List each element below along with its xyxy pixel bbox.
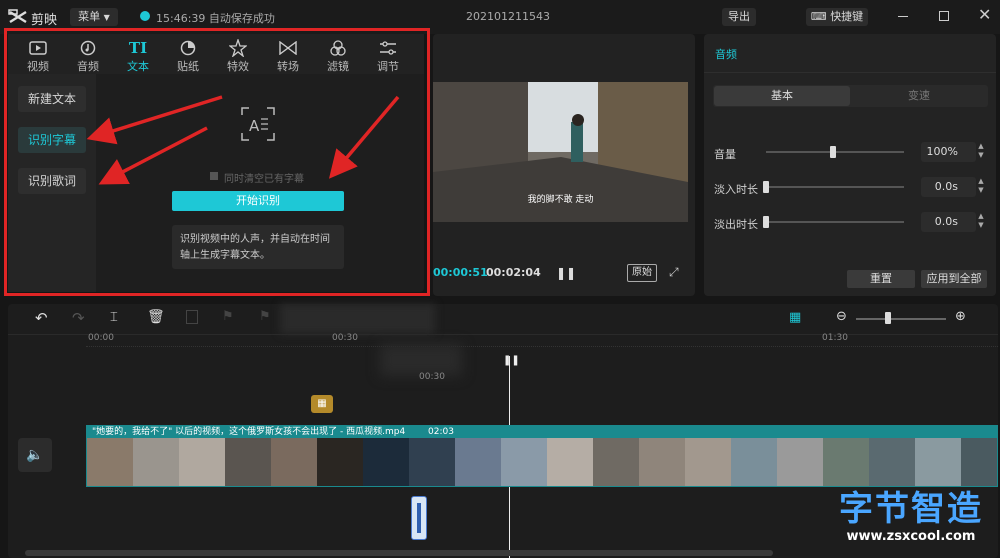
- volume-handle[interactable]: [830, 146, 836, 158]
- zoom-handle[interactable]: [884, 312, 891, 324]
- pause-icon[interactable]: ❚❚: [556, 266, 576, 280]
- ruler-tick-label: 01:30: [822, 333, 848, 343]
- fade-out-slider[interactable]: [766, 221, 904, 223]
- marker-icon[interactable]: ⚑: [259, 309, 271, 324]
- split-icon[interactable]: ⌶: [110, 310, 118, 325]
- watermark-text: 字节智造: [839, 489, 983, 529]
- fade-in-slider[interactable]: [766, 186, 904, 188]
- freeze-icon[interactable]: [186, 310, 198, 324]
- fade-out-value[interactable]: 0.0s: [921, 212, 976, 232]
- video-clip[interactable]: "她要的，我给不了" 以后的视频，这个俄罗斯女孩不会出现了 - 西瓜视频.mp4…: [86, 425, 998, 487]
- export-button[interactable]: 导出: [722, 8, 756, 26]
- playhead-time: 00:30: [419, 372, 445, 382]
- tab-speed[interactable]: 变速: [851, 86, 987, 106]
- watermark-url: www.zsxcool.com: [846, 529, 976, 544]
- fade-in-label: 淡入时长: [714, 183, 758, 196]
- fade-in-handle[interactable]: [763, 181, 769, 193]
- snap-icon[interactable]: ▦: [789, 310, 801, 325]
- redo-icon[interactable]: ↷: [72, 309, 85, 327]
- delete-icon[interactable]: 🗑: [147, 309, 165, 325]
- cover-icon[interactable]: ▦: [311, 395, 333, 413]
- undo-icon[interactable]: ↶: [35, 309, 48, 327]
- audio-segment[interactable]: [411, 496, 427, 540]
- ratio-button[interactable]: 原始: [627, 264, 657, 282]
- fade-in-stepper-icon[interactable]: ▲ ▼: [976, 177, 986, 195]
- volume-label: 音量: [714, 148, 736, 161]
- flag-icon[interactable]: ⚑: [222, 309, 234, 324]
- clip-duration: 02:03: [428, 427, 454, 437]
- close-icon[interactable]: ✕: [978, 5, 991, 24]
- shortcut-button[interactable]: ⌨ 快捷键: [806, 8, 868, 26]
- fade-out-handle[interactable]: [763, 216, 769, 228]
- minimize-icon[interactable]: [898, 16, 908, 17]
- current-time: 00:00:51: [433, 266, 488, 279]
- timeline-ruler[interactable]: [86, 334, 998, 347]
- fade-out-label: 淡出时长: [714, 218, 758, 231]
- total-time: 00:02:04: [486, 266, 541, 279]
- zoom-in-icon[interactable]: ⊕: [955, 309, 966, 324]
- keyboard-icon: ⌨: [810, 10, 827, 23]
- annotation-arrows: [86, 95, 400, 185]
- ruler-tick-label: 00:30: [332, 333, 358, 343]
- volume-stepper-icon[interactable]: ▲ ▼: [976, 142, 986, 160]
- zoom-slider[interactable]: [856, 318, 946, 320]
- audio-panel-title: 音频: [715, 48, 737, 61]
- timeline-scrollbar[interactable]: [25, 550, 773, 556]
- video-subtitle: 我的脚不敢 走动: [527, 195, 594, 205]
- maximize-icon[interactable]: [939, 11, 949, 21]
- fade-out-stepper-icon[interactable]: ▲ ▼: [976, 212, 986, 230]
- ruler-tick-label: 00:00: [88, 333, 114, 343]
- reset-button[interactable]: 重置: [847, 270, 915, 288]
- clip-title: "她要的，我给不了" 以后的视频，这个俄罗斯女孩不会出现了 - 西瓜视频.mp4: [92, 427, 406, 437]
- fullscreen-icon[interactable]: ⤢: [669, 265, 679, 280]
- speaker-icon: 🔈: [26, 447, 44, 463]
- clip-thumbnails: [87, 438, 997, 486]
- timeline-blur-overlay: [280, 304, 435, 334]
- zoom-out-icon[interactable]: ⊖: [836, 309, 847, 324]
- mute-button[interactable]: 🔈: [18, 438, 52, 472]
- fade-in-value[interactable]: 0.0s: [921, 177, 976, 197]
- project-name: 202101211543: [466, 10, 550, 23]
- video-frame: 我的脚不敢 走动: [433, 82, 688, 222]
- volume-value[interactable]: 100%: [921, 142, 976, 162]
- watermark: 字节智造 www.zsxcool.com: [822, 489, 1000, 555]
- playhead-handle-icon[interactable]: ❚❚: [503, 355, 520, 366]
- tab-basic[interactable]: 基本: [714, 86, 850, 106]
- apply-all-button[interactable]: 应用到全部: [921, 270, 987, 288]
- audio-panel: [704, 34, 996, 296]
- shortcut-label: 快捷键: [830, 10, 864, 23]
